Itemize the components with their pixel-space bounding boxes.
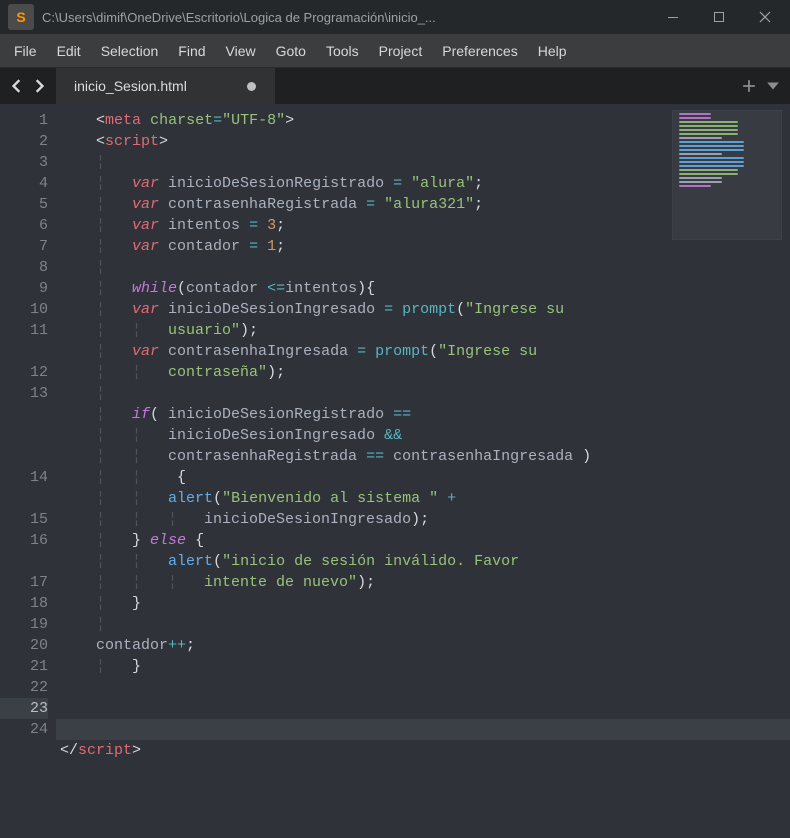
close-button[interactable] xyxy=(742,0,788,34)
code-line: ¦ ¦ ¦ inicioDeSesionIngresado); xyxy=(56,509,790,530)
line-number: 2 xyxy=(0,131,48,152)
tab-label: inicio_Sesion.html xyxy=(74,78,187,94)
minimap[interactable] xyxy=(672,110,782,240)
code-line: ¦ } xyxy=(56,593,790,614)
menu-edit[interactable]: Edit xyxy=(47,37,91,65)
code-line: ¦ } xyxy=(56,656,790,677)
line-number: 1 xyxy=(0,110,48,131)
code-line xyxy=(56,719,790,740)
line-number: 4 xyxy=(0,173,48,194)
minimap-viewport[interactable] xyxy=(673,111,781,239)
line-number: 17 xyxy=(0,572,48,593)
gutter: 1 2 3 4 5 6 7 8 9 10 11 12 13 14 15 16 1… xyxy=(0,104,56,838)
line-number: 7 xyxy=(0,236,48,257)
line-number: 23 xyxy=(0,698,48,719)
code-line: ¦ ¦ alert("inicio de sesión inválido. Fa… xyxy=(56,551,790,572)
code-line: ¦ ¦ alert("Bienvenido al sistema " + xyxy=(56,488,790,509)
line-number: 16 xyxy=(0,530,48,572)
window-controls xyxy=(650,0,788,34)
code-line: ¦ ¦ { xyxy=(56,467,790,488)
tab-nav-arrows xyxy=(0,68,56,104)
menu-goto[interactable]: Goto xyxy=(266,37,316,65)
code-line: ¦ while(contador <=intentos){ xyxy=(56,278,790,299)
line-number: 11 xyxy=(0,320,48,362)
line-number: 6 xyxy=(0,215,48,236)
code-line: contador++; xyxy=(56,635,790,656)
menu-find[interactable]: Find xyxy=(168,37,215,65)
tab-tools xyxy=(742,68,780,104)
tab-active[interactable]: inicio_Sesion.html xyxy=(56,68,276,104)
menu-project[interactable]: Project xyxy=(369,37,433,65)
code-line: ¦ var inicioDeSesionIngresado = prompt("… xyxy=(56,299,790,320)
tab-dirty-indicator-icon xyxy=(247,82,256,91)
code-line: ¦ ¦ ¦ intente de nuevo"); xyxy=(56,572,790,593)
editor[interactable]: 1 2 3 4 5 6 7 8 9 10 11 12 13 14 15 16 1… xyxy=(0,104,790,838)
line-number: 13 xyxy=(0,383,48,467)
line-number: 19 xyxy=(0,614,48,635)
line-number: 9 xyxy=(0,278,48,299)
line-number: 3 xyxy=(0,152,48,173)
code-line: ¦ xyxy=(56,614,790,635)
line-number: 22 xyxy=(0,677,48,698)
menu-tools[interactable]: Tools xyxy=(316,37,369,65)
code-line: ¦ xyxy=(56,383,790,404)
maximize-button[interactable] xyxy=(696,0,742,34)
new-tab-icon[interactable] xyxy=(742,79,756,93)
code-line: </script> xyxy=(56,740,790,761)
app-icon: S xyxy=(8,4,34,30)
menu-preferences[interactable]: Preferences xyxy=(432,37,527,65)
line-number: 8 xyxy=(0,257,48,278)
window-title: C:\Users\dimif\OneDrive\Escritorio\Logic… xyxy=(42,10,650,25)
menu-view[interactable]: View xyxy=(216,37,266,65)
title-bar: S C:\Users\dimif\OneDrive\Escritorio\Log… xyxy=(0,0,790,34)
code-line: ¦ if( inicioDeSesionRegistrado == xyxy=(56,404,790,425)
minimize-button[interactable] xyxy=(650,0,696,34)
line-number: 20 xyxy=(0,635,48,656)
line-number: 12 xyxy=(0,362,48,383)
line-number: 18 xyxy=(0,593,48,614)
tab-bar: inicio_Sesion.html xyxy=(0,68,790,104)
line-number: 21 xyxy=(0,656,48,677)
line-number: 15 xyxy=(0,509,48,530)
code-line xyxy=(56,698,790,719)
tab-forward-icon[interactable] xyxy=(32,79,46,93)
line-number: 5 xyxy=(0,194,48,215)
tab-back-icon[interactable] xyxy=(10,79,24,93)
menu-selection[interactable]: Selection xyxy=(91,37,169,65)
code-line: ¦ } else { xyxy=(56,530,790,551)
tab-dropdown-icon[interactable] xyxy=(766,79,780,93)
line-number: 10 xyxy=(0,299,48,320)
code-line: ¦ ¦ inicioDeSesionIngresado && xyxy=(56,425,790,446)
code-line: ¦ ¦ contrasenhaRegistrada == contrasenha… xyxy=(56,446,790,467)
menu-file[interactable]: File xyxy=(4,37,47,65)
code-line: ¦ ¦ usuario"); xyxy=(56,320,790,341)
code-line: ¦ ¦ contraseña"); xyxy=(56,362,790,383)
line-number: 14 xyxy=(0,467,48,509)
menu-bar: File Edit Selection Find View Goto Tools… xyxy=(0,34,790,68)
menu-help[interactable]: Help xyxy=(528,37,577,65)
code-line: ¦ xyxy=(56,257,790,278)
code-line: ¦ var contrasenhaIngresada = prompt("Ing… xyxy=(56,341,790,362)
line-number: 24 xyxy=(0,719,48,740)
code-line xyxy=(56,677,790,698)
